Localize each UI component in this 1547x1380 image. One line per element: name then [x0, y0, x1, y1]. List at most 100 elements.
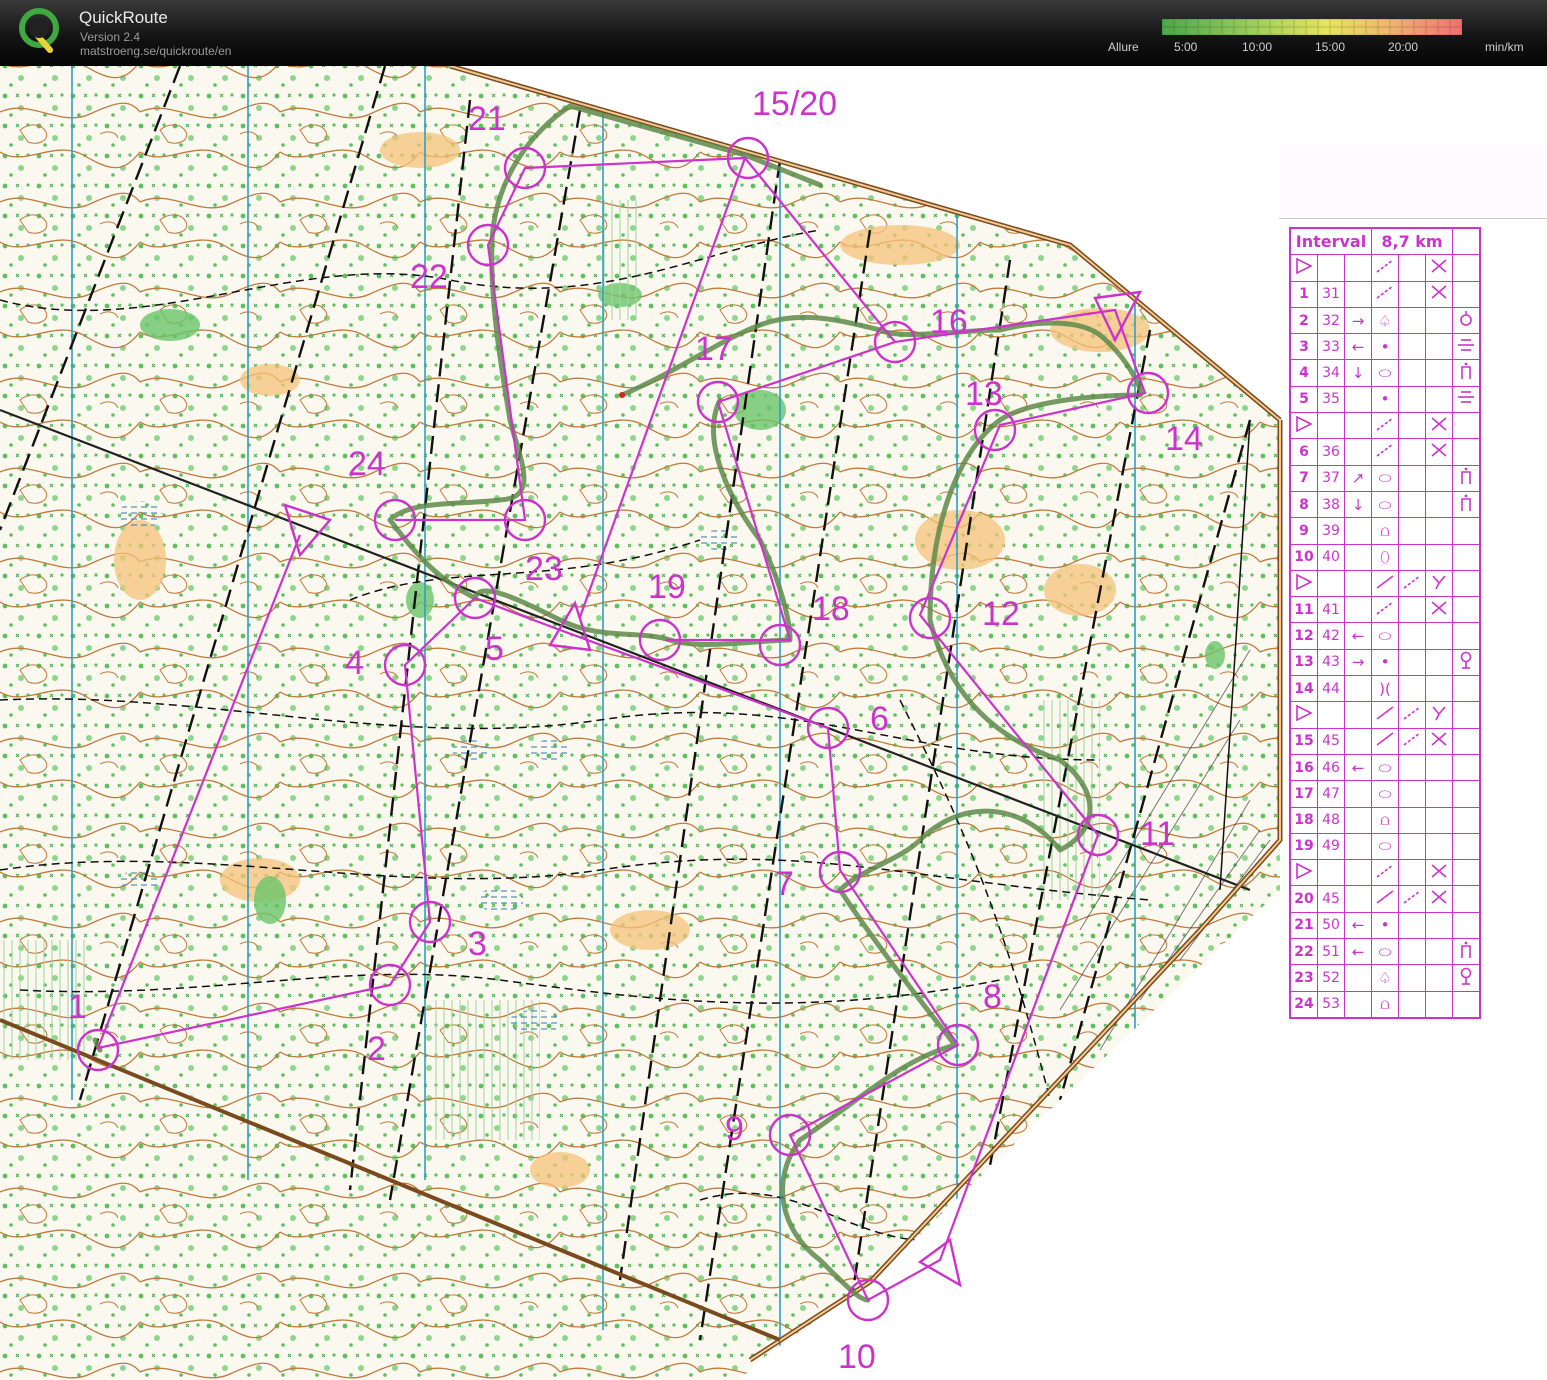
other-cell: [1452, 675, 1481, 703]
other-cell: [1452, 806, 1481, 834]
description-row: 12 42 ← ⬭: [1289, 622, 1481, 650]
direction-cell: [1344, 990, 1372, 1019]
description-backdrop: [1279, 146, 1547, 219]
control-code: 37: [1317, 464, 1345, 492]
start-symbol: [1296, 704, 1313, 722]
control-code: [1317, 569, 1345, 598]
other-cell: [1452, 832, 1481, 861]
cross-symbol: [1431, 890, 1447, 904]
mark-symbol: [1461, 362, 1471, 380]
slash-symbol: [1376, 601, 1394, 615]
description-row: 11 41: [1289, 596, 1481, 624]
control-number: [1289, 254, 1318, 282]
detail-cell: [1398, 490, 1426, 519]
other-cell: [1452, 543, 1481, 571]
detail-cell: [1398, 832, 1426, 861]
mark-symbol: [1461, 494, 1471, 511]
other-cell: [1452, 412, 1481, 440]
control-label-4: 4: [345, 644, 364, 682]
description-row: 1 31: [1289, 280, 1481, 308]
control-code: 43: [1317, 648, 1345, 677]
feature-cell: •: [1371, 385, 1399, 414]
feature-cell: [1371, 859, 1399, 887]
description-row: [1289, 859, 1481, 887]
direction-cell: ←: [1344, 938, 1372, 966]
feature-cell: )(: [1371, 675, 1399, 703]
control-label-13: 13: [965, 375, 1003, 413]
control-number: 20: [1289, 885, 1318, 913]
direction-cell: [1344, 596, 1372, 624]
control-number: 19: [1289, 832, 1318, 861]
slash2-symbol: [1376, 890, 1394, 904]
control-code: 38: [1317, 490, 1345, 519]
control-label-15-20: 15/20: [752, 85, 837, 123]
appearance-cell: [1425, 517, 1453, 545]
feature-cell: [1371, 596, 1399, 624]
start-symbol: [1296, 573, 1313, 590]
slash2-symbol: [1376, 706, 1394, 720]
direction-cell: [1344, 727, 1372, 755]
control-code: 50: [1317, 911, 1345, 940]
control-number: 13: [1289, 648, 1318, 677]
pace-unit: min/km: [1485, 40, 1524, 54]
mark-symbol: [1461, 941, 1471, 958]
detail-cell: [1398, 280, 1426, 308]
control-number: 1: [1289, 280, 1318, 308]
start-symbol: [1296, 415, 1313, 433]
description-row: 10 40 ⬯: [1289, 543, 1481, 571]
cross-symbol: [1431, 864, 1447, 878]
feature-cell: ⬭: [1371, 490, 1399, 519]
detail-cell: [1398, 780, 1426, 808]
pace-tick: 15:00: [1315, 40, 1346, 54]
control-code: 39: [1317, 517, 1345, 545]
app-url[interactable]: matstroeng.se/quickroute/en: [80, 44, 231, 58]
appearance-cell: [1425, 990, 1453, 1019]
detail-cell: [1398, 254, 1426, 282]
feature-cell: •: [1371, 333, 1399, 361]
description-row: 15 45: [1289, 727, 1481, 755]
appearance-cell: [1425, 885, 1453, 913]
pace-gradient-bar: [1162, 19, 1462, 35]
appearance-cell: [1425, 727, 1453, 755]
start-symbol: [1296, 257, 1313, 275]
direction-cell: [1344, 280, 1372, 308]
other-cell: [1452, 517, 1481, 545]
detail-cell: [1398, 596, 1426, 624]
slash-symbol: [1403, 706, 1421, 720]
other-cell: [1452, 280, 1481, 308]
other-cell: [1452, 964, 1481, 992]
app-header: QuickRoute Version 2.4 matstroeng.se/qui…: [0, 0, 1547, 66]
control-label-9: 9: [725, 1110, 744, 1148]
cross-symbol: [1431, 417, 1447, 431]
control-number: [1289, 412, 1318, 440]
control-code: 52: [1317, 964, 1345, 992]
direction-cell: ←: [1344, 333, 1372, 361]
control-label-24: 24: [348, 445, 386, 483]
other-cell: [1452, 306, 1481, 335]
direction-cell: [1344, 964, 1372, 992]
control-number: 7: [1289, 464, 1318, 492]
other-cell: [1452, 753, 1481, 782]
description-row: 21 50 ← •: [1289, 911, 1481, 940]
feature-cell: ⬭: [1371, 832, 1399, 861]
other-cell: [1452, 885, 1481, 913]
control-code: 36: [1317, 438, 1345, 466]
control-number: 9: [1289, 517, 1318, 545]
appearance-cell: [1425, 359, 1453, 387]
cross-symbol: [1431, 601, 1447, 615]
detail-cell: [1398, 359, 1426, 387]
description-row: 4 34 ↓ ⬭: [1289, 359, 1481, 387]
control-label-6: 6: [870, 700, 889, 738]
control-number: 6: [1289, 438, 1318, 466]
course-name: Interval: [1289, 227, 1372, 256]
other-cell: [1452, 622, 1481, 650]
control-code: 51: [1317, 938, 1345, 966]
control-label-19: 19: [648, 568, 686, 606]
app-version: Version 2.4: [80, 30, 141, 44]
cross-symbol: [1431, 259, 1447, 273]
control-number: 16: [1289, 753, 1318, 782]
detail-cell: [1398, 306, 1426, 335]
feature-cell: ⩍: [1371, 806, 1399, 834]
control-code: 47: [1317, 780, 1345, 808]
other-cell: [1452, 333, 1481, 361]
